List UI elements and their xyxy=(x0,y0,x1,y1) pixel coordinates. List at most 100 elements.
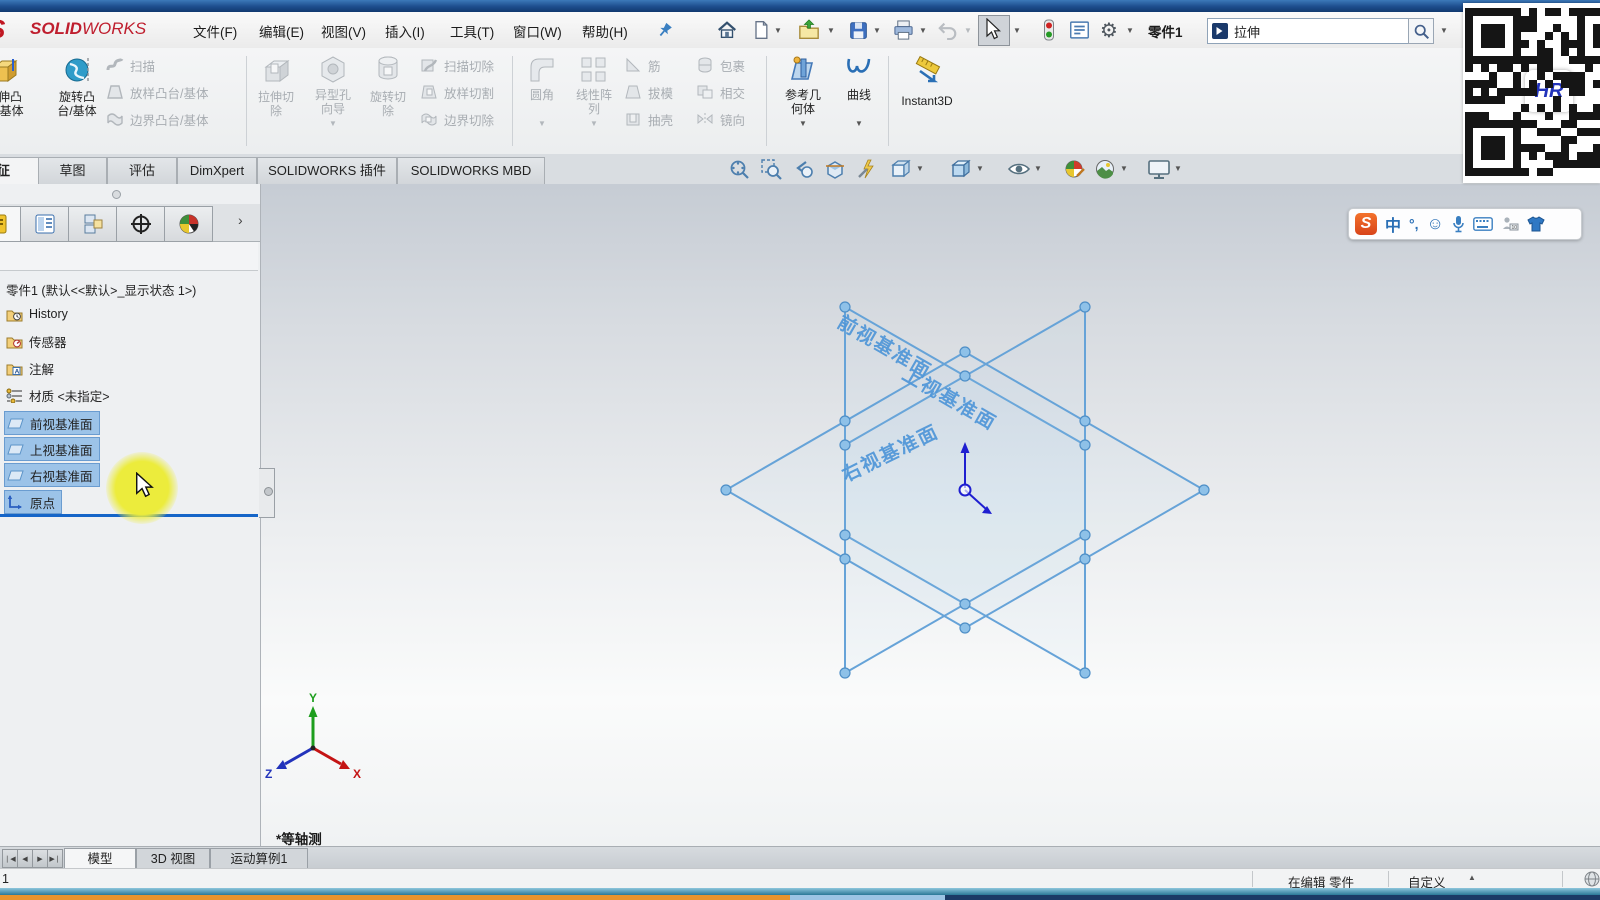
open-document-button[interactable] xyxy=(796,17,822,43)
tab-scroll-next-button[interactable]: ▶ xyxy=(32,849,48,868)
taskbar-sliver[interactable] xyxy=(0,895,1600,900)
draft-button[interactable]: 拔模 xyxy=(624,83,673,101)
previous-view-icon[interactable] xyxy=(790,156,816,182)
traffic-light-icon[interactable] xyxy=(1036,17,1062,43)
zoom-fit-icon[interactable] xyxy=(726,156,752,182)
open-dropdown-arrow[interactable]: ▼ xyxy=(827,27,835,35)
curves-dropdown[interactable]: ▼ xyxy=(855,120,863,128)
tree-item-origin[interactable]: 原点 xyxy=(4,490,62,514)
ime-logo-icon[interactable]: S xyxy=(1355,213,1377,235)
ime-keyboard-icon[interactable] xyxy=(1473,217,1493,231)
rib-button[interactable]: 筋 xyxy=(624,56,673,74)
revolve-boss-button[interactable]: 旋转凸台/基体 xyxy=(46,52,108,150)
apply-scene-dropdown[interactable]: ▼ xyxy=(1120,165,1128,173)
tab-displaymanager[interactable] xyxy=(164,206,213,242)
tab-scroll-last-button[interactable]: ▶❘ xyxy=(47,849,63,868)
tab-featuremanager[interactable] xyxy=(0,206,21,242)
tab-sketch[interactable]: 草图 xyxy=(38,157,107,184)
intersect-button[interactable]: 相交 xyxy=(696,83,745,101)
display-style-dropdown[interactable]: ▼ xyxy=(976,165,984,173)
wrap-button[interactable]: 包裹 xyxy=(696,56,745,74)
curves-button[interactable]: 曲线 ▼ xyxy=(836,52,882,150)
print-dropdown-arrow[interactable]: ▼ xyxy=(919,27,927,35)
tree-item-top-plane[interactable]: 上视基准面 xyxy=(4,437,100,461)
search-magnifier-icon[interactable] xyxy=(1408,18,1434,44)
instant3d-button[interactable]: Instant3D xyxy=(894,52,960,150)
sketch-tools-icon[interactable] xyxy=(854,156,880,182)
select-tool-button[interactable] xyxy=(978,15,1010,46)
display-style-icon[interactable] xyxy=(948,156,974,182)
select-dropdown-arrow[interactable]: ▼ xyxy=(1013,27,1021,35)
ime-skin-shirt-icon[interactable] xyxy=(1527,216,1545,232)
extrude-cut-button[interactable]: 拉伸切除 xyxy=(248,52,304,150)
tab-scroll-first-button[interactable]: ❘◀ xyxy=(2,849,18,868)
shell-button[interactable]: 抽壳 xyxy=(624,110,673,128)
tab-evaluate[interactable]: 评估 xyxy=(107,157,177,184)
hole-wizard-button[interactable]: 异型孔向导 ▼ xyxy=(306,52,360,150)
section-view-icon[interactable] xyxy=(822,156,848,182)
options-dropdown-arrow[interactable]: ▼ xyxy=(1126,27,1134,35)
boundary-boss-button[interactable]: 边界凸台/基体 xyxy=(106,110,208,128)
menu-edit[interactable]: 编辑(E) xyxy=(259,21,304,41)
edit-appearance-icon[interactable] xyxy=(1062,156,1088,182)
view-settings-dropdown[interactable]: ▼ xyxy=(1174,165,1182,173)
pin-menu-icon[interactable] xyxy=(652,17,678,43)
menu-window[interactable]: 窗口(W) xyxy=(513,21,562,41)
zoom-area-icon[interactable] xyxy=(758,156,784,182)
fillet-button[interactable]: 圆角 ▼ xyxy=(520,52,564,150)
mirror-button[interactable]: 镜向 xyxy=(696,110,745,128)
menu-file[interactable]: 文件(F) xyxy=(193,21,237,41)
save-button[interactable] xyxy=(845,17,871,43)
status-globe-icon[interactable] xyxy=(1584,871,1600,887)
tab-propertymanager[interactable] xyxy=(20,206,69,242)
menu-help[interactable]: 帮助(H) xyxy=(582,21,628,41)
tab-mbd[interactable]: SOLIDWORKS MBD xyxy=(397,157,545,184)
tree-item-sensors[interactable]: 传感器 xyxy=(4,330,73,352)
home-button[interactable] xyxy=(714,17,740,43)
tab-dimxpert[interactable]: DimXpert xyxy=(177,157,257,184)
panel-splitter-dot-top[interactable] xyxy=(112,190,121,199)
task-pane-icon[interactable] xyxy=(1066,17,1092,43)
tree-item-annotations[interactable]: A 注解 xyxy=(4,357,60,379)
ime-toolbar[interactable]: S 中 °, ☺ 10 xyxy=(1348,208,1582,240)
reference-geometry-button[interactable]: 参考几何体 ▼ xyxy=(774,52,832,150)
pattern-dropdown[interactable]: ▼ xyxy=(590,120,598,128)
ime-microphone-icon[interactable] xyxy=(1452,215,1465,233)
tree-item-material[interactable]: 材质 <未指定> xyxy=(4,384,116,406)
boundary-cut-button[interactable]: 边界切除 xyxy=(420,110,494,128)
ime-emoji-icon[interactable]: ☺ xyxy=(1427,214,1444,234)
hide-show-dropdown[interactable]: ▼ xyxy=(1034,165,1042,173)
status-custom-arrow[interactable]: ▲ xyxy=(1468,873,1476,882)
sweep-cut-button[interactable]: 扫描切除 xyxy=(420,56,494,74)
new-dropdown-arrow[interactable]: ▼ xyxy=(774,27,782,35)
revolve-cut-button[interactable]: 旋转切除 xyxy=(360,52,416,150)
tab-addins[interactable]: SOLIDWORKS 插件 xyxy=(257,157,397,184)
fillet-dropdown[interactable]: ▼ xyxy=(538,120,546,128)
tab-3d-views[interactable]: 3D 视图 xyxy=(136,848,210,869)
print-button[interactable] xyxy=(890,17,916,43)
loft-cut-button[interactable]: 放样切割 xyxy=(420,83,494,101)
loft-button[interactable]: 放样凸台/基体 xyxy=(106,83,208,101)
linear-pattern-button[interactable]: 线性阵列 ▼ xyxy=(568,52,620,150)
view-settings-icon[interactable] xyxy=(1146,156,1172,182)
tree-root-part[interactable]: 零件1 (默认<<默认>_显示状态 1>) xyxy=(4,278,202,300)
tab-dimxpertmanager[interactable] xyxy=(116,206,165,242)
menu-insert[interactable]: 插入(I) xyxy=(385,21,425,41)
tab-motion-study[interactable]: 运动算例1 xyxy=(210,848,308,869)
reference-geometry-dropdown[interactable]: ▼ xyxy=(799,120,807,128)
tab-features[interactable]: 特征 xyxy=(0,157,39,184)
tree-item-right-plane[interactable]: 右视基准面 xyxy=(4,463,100,487)
undo-button[interactable] xyxy=(935,17,961,43)
tab-configurationmanager[interactable] xyxy=(68,206,117,242)
hole-wizard-dropdown[interactable]: ▼ xyxy=(329,120,337,128)
view-orientation-icon[interactable] xyxy=(888,156,914,182)
save-dropdown-arrow[interactable]: ▼ xyxy=(873,27,881,35)
tree-item-front-plane[interactable]: 前视基准面 xyxy=(4,411,100,435)
ime-language-mode[interactable]: 中 xyxy=(1385,212,1401,236)
menu-tools[interactable]: 工具(T) xyxy=(450,21,494,41)
ime-punctuation-toggle[interactable]: °, xyxy=(1409,216,1419,232)
tab-scroll-prev-button[interactable]: ◀ xyxy=(17,849,33,868)
extrude-boss-button[interactable]: 拉伸凸台/基体 xyxy=(0,52,44,150)
tree-item-history[interactable]: History xyxy=(4,303,74,325)
sweep-button[interactable]: 扫描 xyxy=(106,56,208,74)
